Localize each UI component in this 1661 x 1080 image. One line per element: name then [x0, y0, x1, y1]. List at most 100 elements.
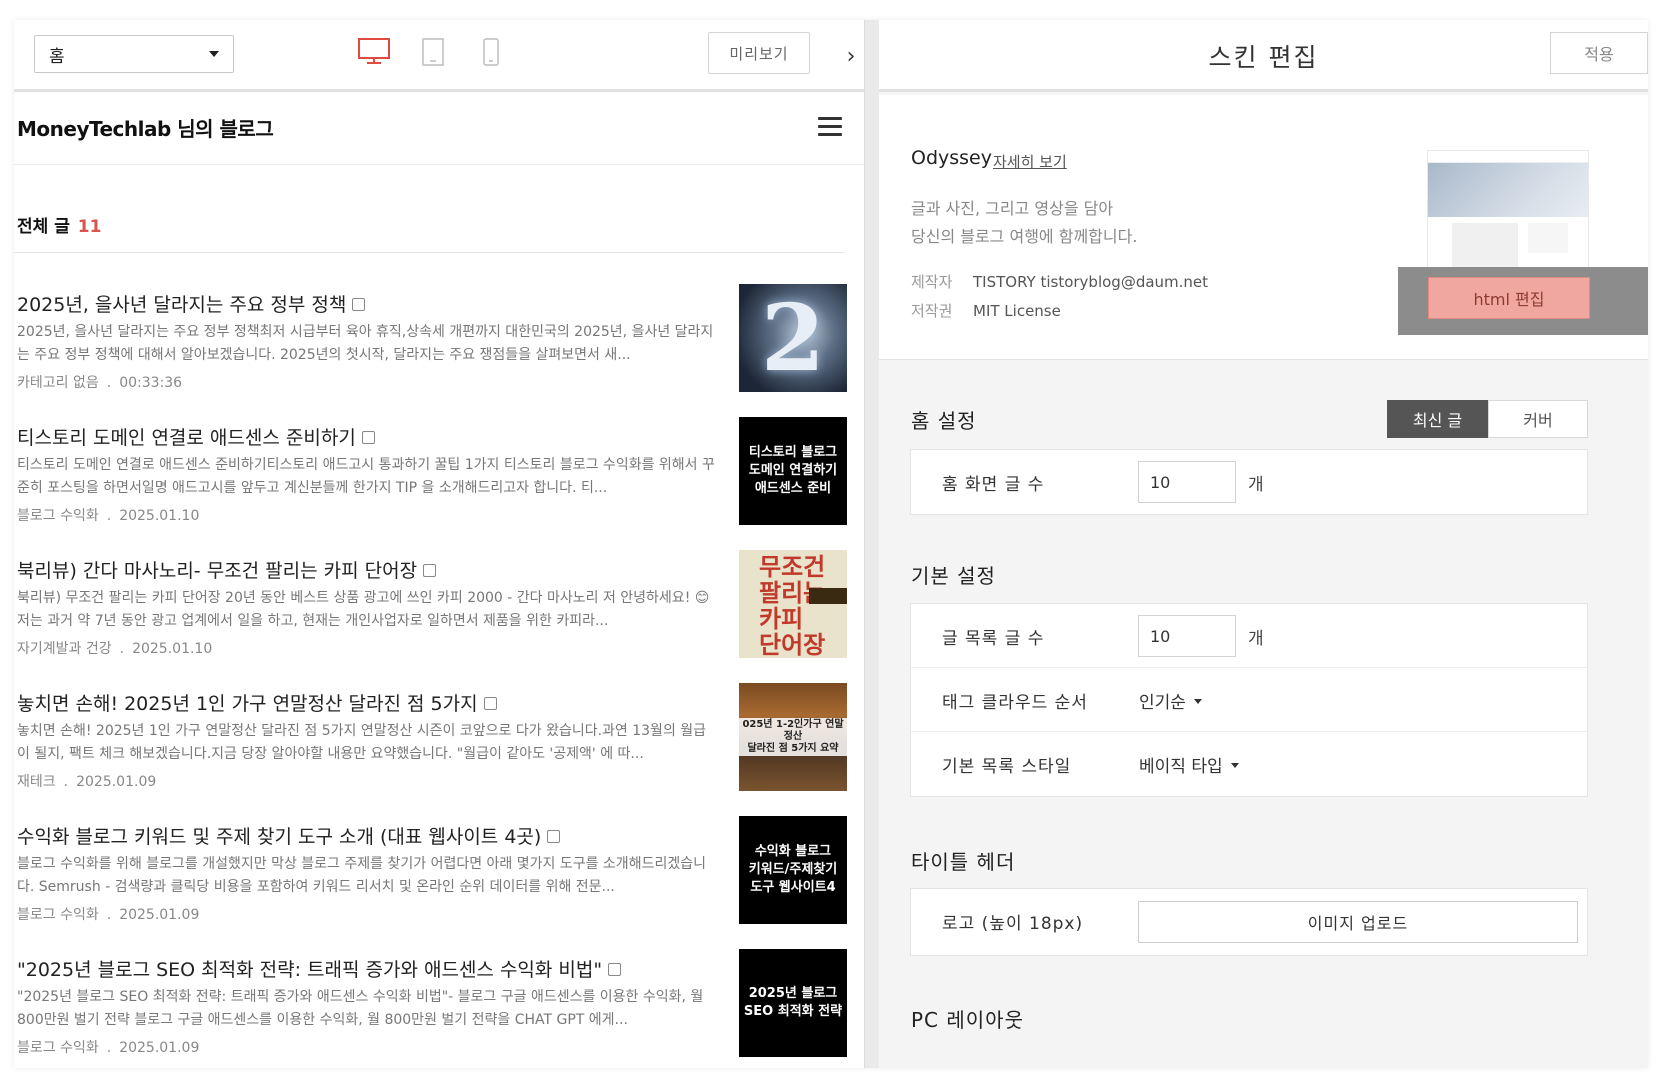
toggle-cover[interactable]: 커버 — [1488, 400, 1588, 438]
list-item[interactable]: 티스토리 도메인 연결로 애드센스 준비하기 티스토리 도메인 연결로 애드센스… — [14, 417, 864, 556]
post-title[interactable]: 티스토리 도메인 연결로 애드센스 준비하기 — [17, 423, 717, 450]
post-thumbnail[interactable]: 025년 1-2인가구 연말정산 달라진 점 5가지 요약 — [739, 683, 847, 791]
post-title[interactable]: 북리뷰) 간다 마사노리- 무조건 팔리는 카피 단어장 — [17, 556, 717, 583]
desktop-icon[interactable] — [358, 38, 390, 64]
image-badge-icon — [352, 298, 366, 311]
divider — [14, 252, 844, 253]
list-style-dropdown[interactable]: 베이직 타입 — [1139, 752, 1239, 777]
tag-order-dropdown[interactable]: 인기순 — [1139, 688, 1202, 713]
tablet-icon[interactable] — [422, 38, 444, 66]
post-meta: 자기계발과 건강. 2025.01.10 — [17, 641, 213, 657]
blog-title[interactable]: MoneyTechlab 님의 블로그 — [17, 113, 274, 142]
post-title[interactable]: 놓치면 손해! 2025년 1인 가구 연말정산 달라진 점 5가지 — [17, 689, 717, 716]
post-date: 2025.01.10 — [119, 508, 200, 524]
post-title[interactable]: 2025년, 을사년 달라지는 주요 정부 정책 — [17, 290, 717, 317]
post-excerpt: 블로그 수익화를 위해 블로그를 개설했지만 막상 블로그 주제를 찾기가 어렵… — [17, 856, 706, 895]
apply-button[interactable]: 적용 — [1550, 32, 1648, 74]
home-settings-card: 홈 화면 글 수 10 개 — [910, 449, 1588, 515]
page-select[interactable]: 홈 — [34, 35, 234, 73]
list-item[interactable]: "2025년 블로그 SEO 최적화 전략: 트래픽 증가와 애드센스 수익화 … — [14, 949, 864, 1068]
image-badge-icon — [423, 564, 437, 577]
section-basic-settings: 기본 설정 — [911, 564, 996, 588]
post-thumbnail[interactable]: 2 — [739, 284, 847, 392]
caret-down-icon — [1193, 698, 1202, 704]
post-excerpt: 2025년, 을사년 달라지는 주요 정부 정책최저 시급부터 육아 휴직,상속… — [17, 324, 714, 363]
tag-order-label: 태그 클라우드 순서 — [942, 693, 1088, 713]
page-select-value: 홈 — [49, 46, 65, 67]
maker-key: 제작자 — [911, 273, 953, 291]
post-category: 블로그 수익화 — [17, 1040, 99, 1056]
post-category: 카테고리 없음 — [17, 375, 99, 391]
post-thumbnail[interactable]: 2025년 블로그 SEO 최적화 전략 — [739, 949, 847, 1057]
mobile-icon[interactable] — [483, 38, 499, 66]
license-key: 저작권 — [911, 302, 953, 320]
post-category: 자기계발과 건강 — [17, 641, 112, 657]
setting-row: 태그 클라우드 순서 인기순 — [911, 668, 1587, 732]
preview-pane: 홈 미리보기 › MoneyTechlab 님의 블로그 전체 글 11 202… — [14, 20, 879, 1068]
image-badge-icon — [608, 963, 622, 976]
post-category: 블로그 수익화 — [17, 508, 99, 524]
post-title[interactable]: 수익화 블로그 키워드 및 주제 찾기 도구 소개 (대표 웹사이트 4곳) — [17, 822, 717, 849]
toggle-latest[interactable]: 최신 글 — [1387, 400, 1488, 438]
caret-down-icon — [1230, 762, 1239, 768]
list-count-input[interactable]: 10 — [1138, 615, 1236, 657]
post-meta: 카테고리 없음. 00:33:36 — [17, 375, 183, 391]
post-meta: 블로그 수익화. 2025.01.09 — [17, 1040, 200, 1056]
post-meta: 블로그 수익화. 2025.01.10 — [17, 508, 200, 524]
unit-label: 개 — [1248, 629, 1264, 649]
post-title[interactable]: "2025년 블로그 SEO 최적화 전략: 트래픽 증가와 애드센스 수익화 … — [17, 955, 717, 982]
list-count-label: 글 목록 글 수 — [942, 629, 1045, 649]
post-date: 2025.01.09 — [119, 907, 200, 923]
post-meta: 블로그 수익화. 2025.01.09 — [17, 907, 200, 923]
post-excerpt: 놓치면 손해! 2025년 1인 가구 연말정산 달라진 점 5가지 연말정산 … — [17, 723, 707, 762]
post-category: 블로그 수익화 — [17, 907, 99, 923]
app-frame: 홈 미리보기 › MoneyTechlab 님의 블로그 전체 글 11 202… — [14, 20, 1648, 1068]
post-thumbnail[interactable]: 수익화 블로그 키워드/주제찾기 도구 웹사이트4 — [739, 816, 847, 924]
setting-row: 로고 (높이 18px) 이미지 업로드 — [911, 889, 1587, 955]
maker-value: TISTORY tistoryblog@daum.net — [973, 273, 1209, 291]
list-item[interactable]: 놓치면 손해! 2025년 1인 가구 연말정산 달라진 점 5가지 놓치면 손… — [14, 683, 864, 822]
skin-detail-link[interactable]: 자세히 보기 — [993, 151, 1067, 172]
preview-button[interactable]: 미리보기 — [708, 32, 810, 74]
list-item[interactable]: 수익화 블로그 키워드 및 주제 찾기 도구 소개 (대표 웹사이트 4곳) 블… — [14, 816, 864, 955]
page-title: 스킨 편집 — [1208, 43, 1319, 72]
post-excerpt: "2025년 블로그 SEO 최적화 전략: 트래픽 증가와 애드센스 수익화 … — [17, 989, 704, 1028]
home-mode-toggle: 최신 글 커버 — [1387, 400, 1588, 438]
section-home-settings: 홈 설정 — [911, 409, 977, 433]
unit-label: 개 — [1248, 475, 1264, 495]
preview-toolbar: 홈 미리보기 › — [14, 20, 879, 92]
post-excerpt: 북리뷰) 무조건 팔리는 카피 단어장 20년 동안 베스트 상품 광고에 쓰인… — [17, 590, 710, 629]
section-pc-layout: PC 레이아웃 — [911, 1008, 1024, 1032]
skin-description: 글과 사진, 그리고 영상을 담아 당신의 블로그 여행에 함께합니다. — [911, 199, 1138, 246]
post-date: 2025.01.09 — [76, 774, 157, 790]
image-upload-button[interactable]: 이미지 업로드 — [1138, 901, 1578, 943]
chevron-down-icon — [209, 51, 219, 57]
skin-thumbnail — [1427, 150, 1589, 270]
skin-meta: 제작자 TISTORY tistoryblog@daum.net 저작권 MIT L… — [911, 268, 1208, 326]
post-date: 2025.01.09 — [119, 1040, 200, 1056]
home-count-input[interactable]: 10 — [1138, 461, 1236, 503]
post-thumbnail[interactable]: 무조건 팔리는 카피 단어장 — [739, 550, 847, 658]
title-header-card: 로고 (높이 18px) 이미지 업로드 — [910, 888, 1588, 956]
hamburger-menu-icon[interactable] — [818, 117, 842, 137]
post-excerpt: 티스토리 도메인 연결로 애드센스 준비하기티스토리 애드고시 통과하기 꿀팁 … — [17, 457, 715, 496]
post-thumbnail[interactable]: 티스토리 블로그 도메인 연결하기 애드센스 준비 — [739, 417, 847, 525]
html-edit-button[interactable]: html 편집 — [1428, 277, 1590, 319]
post-category: 재테크 — [17, 774, 56, 790]
editor-header: 스킨 편집 적용 — [879, 20, 1648, 92]
list-item[interactable]: 2025년, 을사년 달라지는 주요 정부 정책 2025년, 을사년 달라지는… — [14, 284, 864, 423]
image-badge-icon — [361, 431, 375, 444]
blog-header: MoneyTechlab 님의 블로그 — [14, 95, 864, 165]
image-badge-icon — [547, 830, 561, 843]
total-label: 전체 글 — [17, 217, 70, 237]
home-count-label: 홈 화면 글 수 — [942, 475, 1045, 495]
license-value: MIT License — [973, 302, 1061, 320]
basic-settings-card: 글 목록 글 수 10 개 태그 클라우드 순서 인기순 기본 목록 스타일 베… — [910, 603, 1588, 797]
chevron-right-icon[interactable]: › — [840, 20, 862, 92]
list-item[interactable]: 북리뷰) 간다 마사노리- 무조건 팔리는 카피 단어장 북리뷰) 무조건 팔리… — [14, 550, 864, 689]
pane-divider[interactable] — [864, 20, 879, 1068]
logo-label: 로고 (높이 18px) — [942, 914, 1084, 934]
image-badge-icon — [483, 697, 497, 710]
book-cover-strip — [809, 588, 847, 604]
post-list: 2025년, 을사년 달라지는 주요 정부 정책 2025년, 을사년 달라지는… — [14, 284, 864, 1068]
